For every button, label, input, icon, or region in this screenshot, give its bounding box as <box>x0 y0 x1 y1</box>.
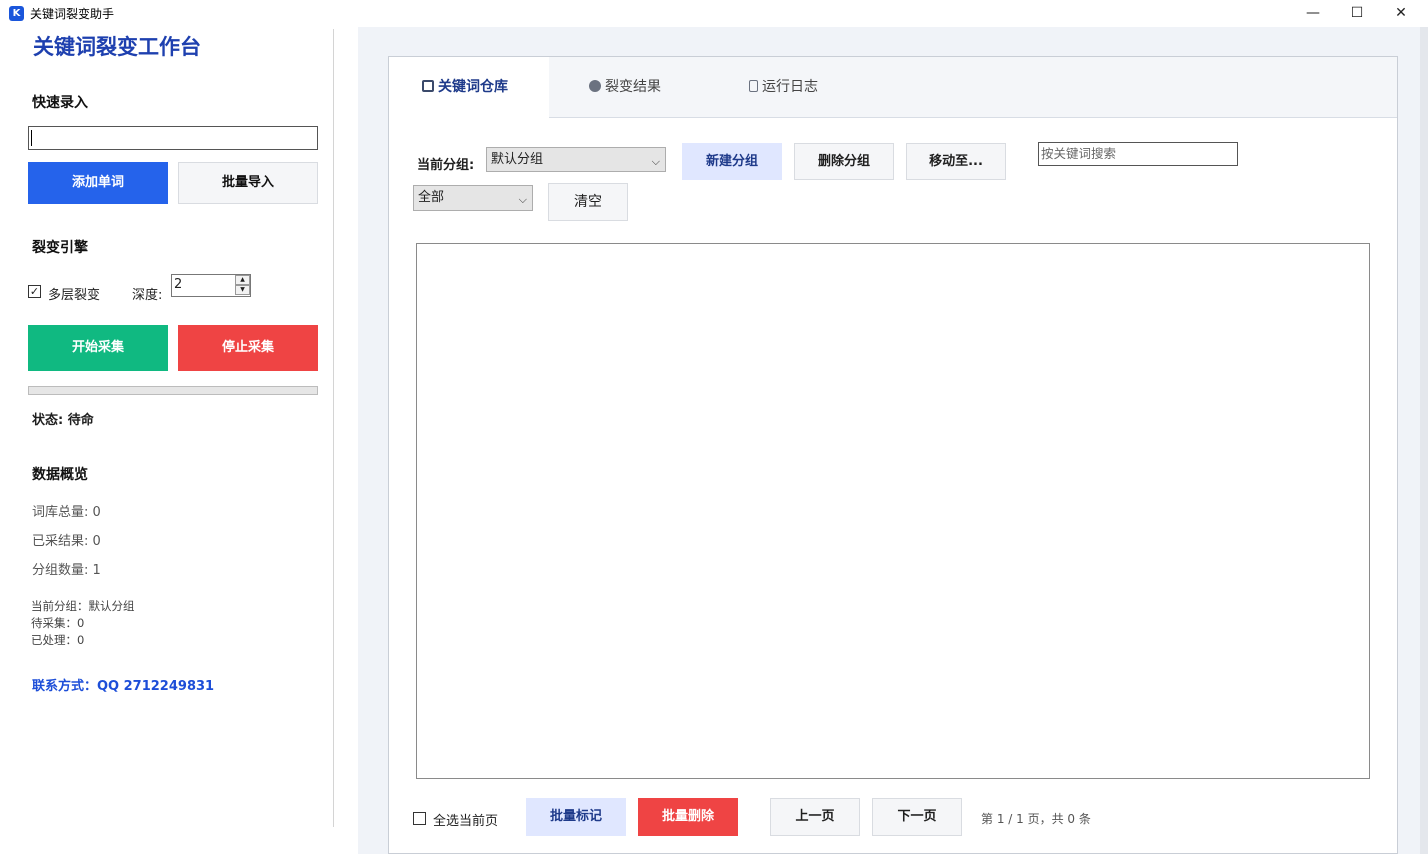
chevron-down-icon: ⌵ <box>518 193 527 206</box>
next-page-button[interactable]: 下一页 <box>872 798 962 836</box>
filter-select[interactable]: 全部 ⌵ <box>413 185 533 211</box>
tab-label: 裂变结果 <box>605 79 661 95</box>
stat-total: 词库总量: 0 <box>32 505 101 520</box>
keyword-input[interactable] <box>28 126 318 150</box>
depth-label: 深度: <box>132 288 163 303</box>
sidebar-divider <box>333 29 334 827</box>
group-select-value: 默认分组 <box>491 152 544 167</box>
chevron-down-icon: ⌵ <box>651 155 660 168</box>
contact-info: 联系方式：QQ 2712249831 <box>32 679 215 694</box>
quick-entry-heading: 快速录入 <box>32 95 88 111</box>
globe-icon <box>589 80 601 92</box>
tab-label: 关键词仓库 <box>438 79 508 95</box>
depth-stepper[interactable]: 2 ▲ ▼ <box>171 274 251 297</box>
status-text: 状态: 待命 <box>32 413 94 428</box>
stat-groups: 分组数量: 1 <box>32 563 101 578</box>
depth-value[interactable]: 2 <box>174 277 182 292</box>
engine-heading: 裂变引擎 <box>32 240 88 256</box>
tab-bar: 关键词仓库 裂变结果 运行日志 <box>389 57 1397 118</box>
progress-bar <box>28 386 318 395</box>
keyword-list[interactable] <box>416 243 1370 779</box>
sidebar-title: 关键词裂变工作台 <box>33 35 201 59</box>
window-title: 关键词裂变助手 <box>30 7 115 21</box>
batch-mark-button[interactable]: 批量标记 <box>526 798 626 836</box>
current-group-info: 当前分组：默认分组 <box>31 599 135 613</box>
prev-page-button[interactable]: 上一页 <box>770 798 860 836</box>
book-icon <box>422 80 434 92</box>
notebook-icon <box>749 80 758 92</box>
delete-group-button[interactable]: 删除分组 <box>794 143 894 180</box>
processed-info: 已处理：0 <box>31 633 85 647</box>
tab-label: 运行日志 <box>762 79 818 95</box>
close-button[interactable]: ✕ <box>1378 0 1424 27</box>
select-page-checkbox[interactable] <box>413 812 426 825</box>
move-to-button[interactable]: 移动至... <box>906 143 1006 180</box>
stepper-up-icon[interactable]: ▲ <box>235 275 250 285</box>
window-edge <box>1420 27 1428 854</box>
group-select[interactable]: 默认分组 ⌵ <box>486 147 666 172</box>
sidebar <box>0 27 358 854</box>
select-page-label[interactable]: 全选当前页 <box>433 810 498 829</box>
pending-info: 待采集：0 <box>31 616 85 630</box>
batch-delete-button[interactable]: 批量删除 <box>638 798 738 836</box>
overview-heading: 数据概览 <box>32 467 88 483</box>
text-caret <box>31 130 32 146</box>
stat-collected: 已采结果: 0 <box>32 534 101 549</box>
tab-fission-results[interactable]: 裂变结果 <box>589 57 661 118</box>
app-logo-icon: K <box>9 6 24 21</box>
multi-layer-label[interactable]: 多层裂变 <box>48 284 100 303</box>
multi-layer-checkbox[interactable]: ✓ <box>28 285 41 298</box>
search-input[interactable]: 按关键词搜索 <box>1038 142 1238 166</box>
batch-import-button[interactable]: 批量导入 <box>178 162 318 204</box>
maximize-button[interactable]: ☐ <box>1334 0 1380 27</box>
current-group-label: 当前分组: <box>417 158 475 173</box>
filter-select-value: 全部 <box>418 190 445 205</box>
new-group-button[interactable]: 新建分组 <box>682 143 782 180</box>
stepper-down-icon[interactable]: ▼ <box>235 285 250 295</box>
tab-run-log[interactable]: 运行日志 <box>749 57 818 118</box>
start-collect-button[interactable]: 开始采集 <box>28 325 168 371</box>
add-word-button[interactable]: 添加单词 <box>28 162 168 204</box>
minimize-button[interactable]: — <box>1290 0 1336 27</box>
page-info: 第 1 / 1 页，共 0 条 <box>981 812 1091 826</box>
tab-keyword-warehouse[interactable]: 关键词仓库 <box>389 57 549 118</box>
window-titlebar: K 关键词裂变助手 — ☐ ✕ <box>0 0 1428 27</box>
stop-collect-button[interactable]: 停止采集 <box>178 325 318 371</box>
clear-button[interactable]: 清空 <box>548 183 628 221</box>
